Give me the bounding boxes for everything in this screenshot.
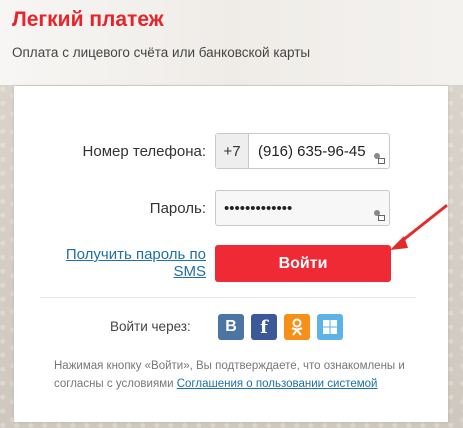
page-title: Легкий платеж <box>12 8 164 31</box>
terms-link[interactable]: Соглашения о пользовании системой <box>177 378 378 390</box>
page-subtitle: Оплата с лицевого счёта или банковской к… <box>12 45 311 60</box>
phone-input[interactable] <box>249 141 389 161</box>
password-field[interactable] <box>215 190 390 226</box>
pointer-arrow-icon <box>390 204 448 250</box>
divider <box>40 297 416 298</box>
sms-password-link[interactable]: Получить пароль по SMS <box>54 246 206 280</box>
password-input[interactable] <box>216 198 389 218</box>
facebook-icon[interactable]: f <box>251 314 277 340</box>
odnoklassniki-icon[interactable] <box>284 314 310 340</box>
password-label: Пароль: <box>149 200 206 217</box>
phone-field[interactable]: +7 <box>215 133 390 169</box>
vk-icon[interactable]: B <box>218 314 244 340</box>
windows-icon[interactable] <box>317 314 343 340</box>
phone-prefix: +7 <box>216 134 249 168</box>
phone-label: Номер телефона: <box>82 143 206 160</box>
login-button[interactable]: Войти <box>215 245 391 282</box>
terms-text: Нажимая кнопку «Войти», Вы подтверждаете… <box>54 360 405 390</box>
key-icon[interactable] <box>372 151 386 165</box>
social-login-label: Войти через: <box>110 319 191 334</box>
